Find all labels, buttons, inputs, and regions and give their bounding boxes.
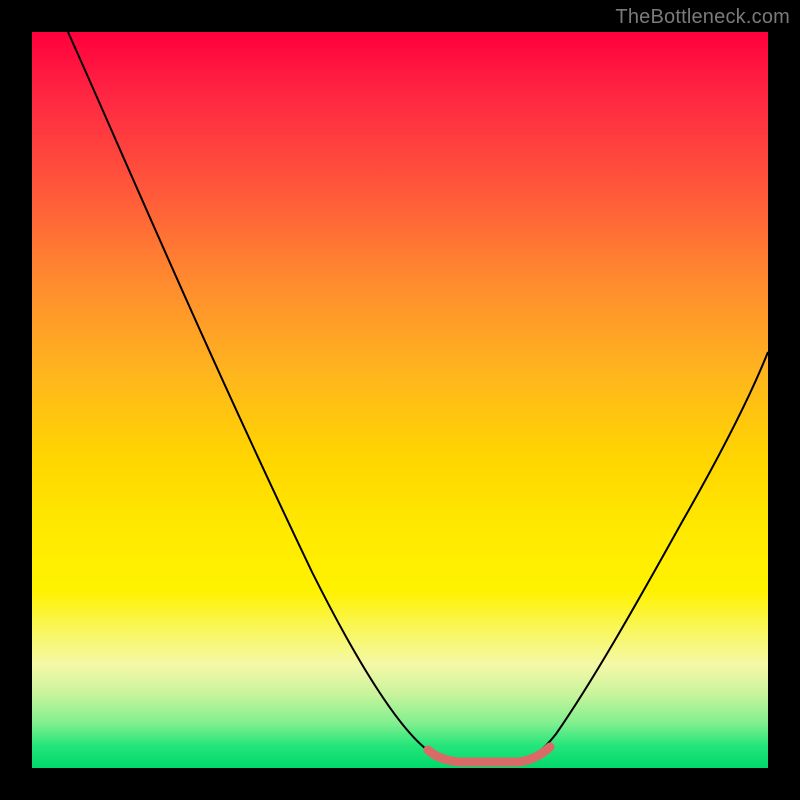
curve-layer	[32, 32, 768, 768]
bottleneck-curve	[68, 32, 768, 761]
chart-frame: TheBottleneck.com	[0, 0, 800, 800]
watermark-text: TheBottleneck.com	[615, 6, 790, 29]
highlight-flat	[428, 747, 550, 762]
plot-area	[32, 32, 768, 768]
